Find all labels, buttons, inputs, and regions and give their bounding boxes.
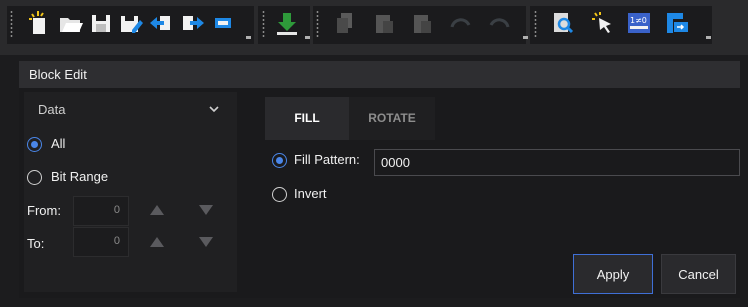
toolbar-grip[interactable] (316, 10, 319, 38)
copy-icon[interactable] (332, 10, 358, 36)
toolbar-overflow[interactable] (243, 30, 253, 42)
tab-rotate[interactable]: ROTATE (349, 97, 435, 140)
radio-invert-indicator[interactable] (272, 187, 287, 202)
fill-pattern-label: Fill Pattern: (294, 152, 360, 167)
to-input[interactable]: 0 (73, 227, 129, 257)
to-increment-icon[interactable] (150, 237, 164, 247)
from-label: From: (27, 203, 61, 218)
paste-icon[interactable] (372, 10, 398, 36)
from-value: 0 (113, 204, 120, 216)
open-folder-icon[interactable] (58, 10, 84, 36)
fill-pattern-value: 0000 (381, 155, 410, 170)
chip-icon[interactable] (210, 10, 236, 36)
radio-all-label: All (51, 136, 66, 151)
new-file-icon[interactable] (26, 10, 52, 36)
binary-edit-icon[interactable]: 1≠0 (626, 10, 652, 36)
save-as-icon[interactable] (118, 10, 144, 36)
cancel-button[interactable]: Cancel (661, 254, 736, 294)
toolbar: 1≠0 (0, 0, 748, 55)
find-icon[interactable] (550, 10, 576, 36)
to-value: 0 (113, 235, 120, 247)
dialog-header: Block Edit (19, 61, 740, 88)
tab-fill[interactable]: FILL (265, 97, 349, 140)
download-icon[interactable] (274, 10, 300, 36)
invert-label: Invert (294, 186, 327, 201)
import-icon[interactable] (148, 10, 174, 36)
toolbar-overflow[interactable] (703, 30, 713, 42)
to-label: To: (27, 236, 45, 251)
toolbar-grip[interactable] (534, 10, 537, 38)
save-icon[interactable] (88, 10, 114, 36)
apply-button[interactable]: Apply (573, 254, 653, 294)
from-input[interactable]: 0 (73, 196, 129, 226)
select-pointer-icon[interactable] (590, 10, 616, 36)
dialog-title: Block Edit (29, 67, 87, 82)
from-decrement-icon[interactable] (199, 205, 213, 215)
chevron-down-icon (209, 106, 219, 113)
toolbar-grip[interactable] (10, 10, 13, 38)
radio-bit-range-label: Bit Range (51, 169, 109, 184)
toolbar-overflow[interactable] (302, 30, 312, 42)
from-increment-icon[interactable] (150, 205, 164, 215)
data-select[interactable]: Data (28, 96, 233, 124)
to-decrement-icon[interactable] (199, 237, 213, 247)
hex-view-icon[interactable] (664, 10, 690, 36)
fill-pattern-input[interactable]: 0000 (374, 149, 740, 176)
data-select-value: Data (38, 102, 66, 117)
svg-text:1≠0: 1≠0 (630, 16, 647, 25)
radio-bit-range-indicator[interactable] (27, 170, 42, 185)
export-icon[interactable] (180, 10, 206, 36)
toolbar-overflow[interactable] (520, 30, 530, 42)
radio-all-indicator[interactable] (27, 137, 42, 152)
redo-icon[interactable] (486, 10, 512, 36)
toolbar-grip[interactable] (262, 10, 265, 38)
paste-special-icon[interactable] (410, 10, 436, 36)
undo-icon[interactable] (448, 10, 474, 36)
radio-fill-pattern-indicator[interactable] (272, 153, 287, 168)
